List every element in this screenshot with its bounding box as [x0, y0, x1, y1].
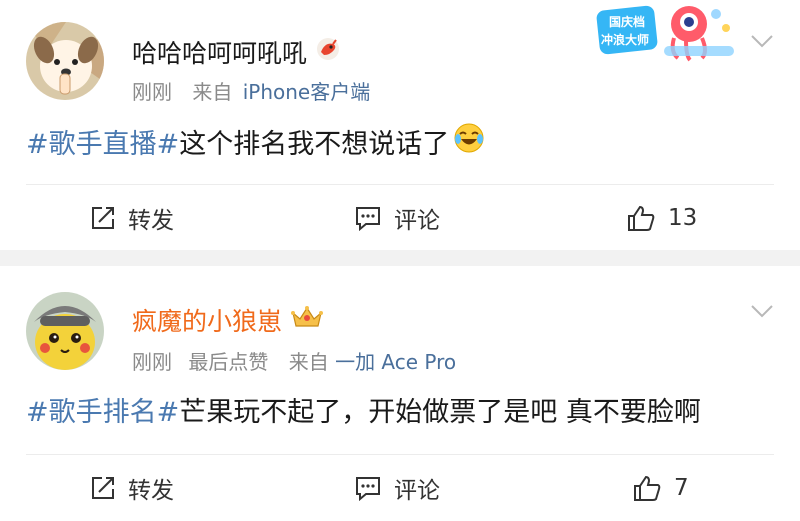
username[interactable]: 疯魔的小狼崽: [132, 302, 324, 338]
post-separator: [0, 250, 800, 266]
post-source[interactable]: 一加 Ace Pro: [335, 350, 456, 374]
comment-icon: [356, 477, 380, 501]
edit-repost-icon: [92, 477, 114, 499]
username-text[interactable]: 疯魔的小狼崽: [132, 302, 282, 338]
post-meta: 刚刚 来自 iPhone客户端: [132, 76, 370, 105]
chevron-down-icon[interactable]: [750, 34, 774, 48]
post-card-2: 疯魔的小狼崽 刚刚 最后点赞 来自 一加 Ace Pro #歌手排名# 芒果玩不…: [0, 266, 800, 518]
hashtag-link[interactable]: #歌手直播#: [26, 122, 179, 161]
like-button[interactable]: 13: [626, 185, 697, 251]
comment-button[interactable]: 评论: [354, 455, 440, 521]
comment-label: 评论: [394, 208, 440, 234]
like-button[interactable]: 7: [632, 455, 689, 521]
post-meta: 刚刚 最后点赞 来自 一加 Ace Pro: [132, 346, 456, 375]
post-text: 这个排名我不想说话了: [179, 129, 450, 160]
holiday-badge[interactable]: 国庆档 冲浪大师: [594, 2, 744, 64]
via-label: 来自: [192, 80, 233, 104]
repost-button[interactable]: 转发: [90, 455, 174, 521]
action-bar: 转发 评论 7: [26, 454, 774, 521]
post-source[interactable]: iPhone客户端: [243, 80, 371, 104]
post-content: #歌手直播# 这个排名我不想说话了: [26, 122, 485, 161]
comment-label: 评论: [394, 478, 440, 504]
post-text: 芒果玩不起了，开始做票了是吧 真不要脸啊: [179, 397, 701, 428]
like-count: 13: [668, 205, 698, 231]
post-time: 刚刚: [132, 350, 172, 374]
comment-icon: [356, 207, 380, 231]
like-count: 7: [674, 475, 689, 501]
comment-button[interactable]: 评论: [354, 185, 440, 251]
badge-line-2: 冲浪大师: [601, 32, 649, 47]
thumbs-up-icon: [634, 475, 661, 501]
avatar[interactable]: [26, 22, 104, 100]
post-content: #歌手排名# 芒果玩不起了，开始做票了是吧 真不要脸啊: [26, 390, 701, 429]
post-time: 刚刚: [132, 80, 172, 104]
chevron-down-icon[interactable]: [750, 304, 774, 318]
username-text[interactable]: 哈哈哈呵呵吼吼: [132, 34, 307, 70]
crown-vip-icon: [290, 304, 324, 336]
repost-label: 转发: [128, 478, 174, 504]
edit-repost-icon: [92, 207, 114, 229]
via-label: 来自: [288, 350, 329, 374]
hashtag-link[interactable]: #歌手排名#: [26, 390, 179, 429]
repost-label: 转发: [128, 208, 174, 234]
avatar[interactable]: [26, 292, 104, 370]
laugh-cry-emoji-icon: [453, 122, 485, 161]
username[interactable]: 哈哈哈呵呵吼吼: [132, 34, 341, 70]
repost-button[interactable]: 转发: [90, 185, 174, 251]
dragon-emoji-icon: [315, 36, 341, 68]
last-liked-label: 最后点赞: [188, 350, 269, 374]
post-card-1: 哈哈哈呵呵吼吼 刚刚 来自 iPhone客户端 国庆档 冲浪大师 #歌手直播# …: [0, 0, 800, 250]
thumbs-up-icon: [628, 205, 655, 231]
action-bar: 转发 评论 13: [26, 184, 774, 251]
badge-line-1: 国庆档: [609, 14, 645, 29]
